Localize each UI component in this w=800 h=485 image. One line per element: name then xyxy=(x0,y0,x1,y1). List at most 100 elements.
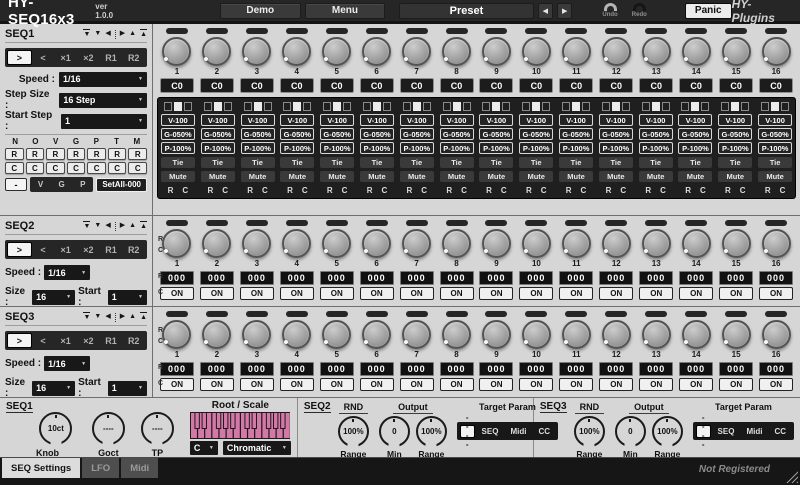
value-knob[interactable] xyxy=(322,229,351,258)
tie-button[interactable]: Tie xyxy=(161,157,195,168)
step-on-button[interactable]: ON xyxy=(679,378,713,391)
mute-button[interactable]: Mute xyxy=(320,171,354,182)
velocity-value[interactable]: V-100 xyxy=(201,114,235,126)
step-value[interactable]: 000 xyxy=(479,271,513,285)
value-knob[interactable] xyxy=(442,320,471,349)
randomize-button[interactable]: R xyxy=(765,186,771,195)
step-on-button[interactable]: ON xyxy=(360,378,394,391)
velocity-value[interactable]: V-100 xyxy=(440,114,474,126)
direction-mode-button[interactable]: R1 xyxy=(100,333,123,348)
matrix-button[interactable]: C xyxy=(5,162,24,174)
step-on-button[interactable]: ON xyxy=(519,378,553,391)
note-knob[interactable] xyxy=(642,37,671,66)
value-knob[interactable] xyxy=(722,229,751,258)
direction-mode-button[interactable]: R2 xyxy=(122,333,145,348)
step-on-button[interactable]: ON xyxy=(639,378,673,391)
step-value[interactable]: 000 xyxy=(639,362,673,376)
root-scale-keyboard[interactable] xyxy=(190,412,290,439)
gate-value[interactable]: G-050% xyxy=(479,128,513,140)
pan-value[interactable]: P-100% xyxy=(280,142,314,154)
matrix-button[interactable]: R xyxy=(46,148,65,160)
step-on-button[interactable]: ON xyxy=(759,287,793,300)
randomize-button[interactable]: R xyxy=(685,186,691,195)
clear-button[interactable]: C xyxy=(302,186,308,195)
note-value[interactable]: C0 xyxy=(160,78,194,93)
direction-mode-button[interactable]: R2 xyxy=(122,50,145,65)
size-dropdown[interactable]: 16▼ xyxy=(32,381,75,396)
matrix-button[interactable]: C xyxy=(67,162,86,174)
shift-down-icon[interactable]: ▼ xyxy=(94,222,101,230)
velocity-value[interactable]: V-100 xyxy=(360,114,394,126)
target-param-option[interactable]: ---- xyxy=(696,425,711,438)
target-param-option[interactable]: SEQ xyxy=(713,425,740,438)
tie-button[interactable]: Tie xyxy=(360,157,394,168)
mute-button[interactable]: Mute xyxy=(360,171,394,182)
value-knob[interactable] xyxy=(762,229,791,258)
direction-mode-button[interactable]: R1 xyxy=(100,242,123,257)
matrix-button[interactable]: R xyxy=(108,148,127,160)
menu-button[interactable]: Menu xyxy=(305,3,386,19)
value-knob[interactable] xyxy=(242,229,271,258)
mute-button[interactable]: Mute xyxy=(400,171,434,182)
step-value[interactable]: 000 xyxy=(679,271,713,285)
gate-value[interactable]: G-050% xyxy=(639,128,673,140)
shift-to-top-icon[interactable]: ▲ xyxy=(140,312,147,322)
mute-button[interactable]: Mute xyxy=(479,171,513,182)
note-value[interactable]: C0 xyxy=(759,78,793,93)
tie-button[interactable]: Tie xyxy=(479,157,513,168)
step-on-button[interactable]: ON xyxy=(479,378,513,391)
note-value[interactable]: C0 xyxy=(280,78,314,93)
tie-button[interactable]: Tie xyxy=(718,157,752,168)
setting-knob[interactable]: 100% xyxy=(652,416,683,447)
step-value[interactable]: 000 xyxy=(719,271,753,285)
mute-button[interactable]: Mute xyxy=(440,171,474,182)
setting-knob[interactable]: ---- xyxy=(92,412,125,445)
note-knob[interactable] xyxy=(202,37,231,66)
octave-selector[interactable] xyxy=(761,102,789,111)
octave-selector[interactable] xyxy=(443,102,471,111)
gate-value[interactable]: G-050% xyxy=(718,128,752,140)
footer-tab[interactable]: Midi xyxy=(121,458,158,478)
octave-selector[interactable] xyxy=(283,102,311,111)
shift-down-icon[interactable]: ▼ xyxy=(94,313,101,321)
panic-button[interactable]: Panic xyxy=(685,3,732,19)
shift-up-icon[interactable]: ▲ xyxy=(129,313,136,321)
value-knob[interactable] xyxy=(602,320,631,349)
redo-button[interactable]: Redo xyxy=(628,3,651,18)
randomize-button[interactable]: R xyxy=(725,186,731,195)
value-knob[interactable] xyxy=(562,320,591,349)
setall-button[interactable]: SetAll-000 xyxy=(96,178,147,192)
gate-value[interactable]: G-050% xyxy=(360,128,394,140)
randomize-button[interactable]: R xyxy=(645,186,651,195)
matrix-button[interactable]: C xyxy=(46,162,65,174)
step-value[interactable]: 000 xyxy=(440,362,474,376)
start-dropdown[interactable]: 1▼ xyxy=(108,290,147,305)
row-clear-button[interactable]: C xyxy=(158,380,163,387)
note-knob[interactable] xyxy=(442,37,471,66)
randomize-button[interactable]: R xyxy=(486,186,492,195)
direction-mode-button[interactable]: > xyxy=(7,50,32,65)
step-on-button[interactable]: ON xyxy=(679,287,713,300)
tie-button[interactable]: Tie xyxy=(519,157,553,168)
note-value[interactable]: C0 xyxy=(479,78,513,93)
mute-button[interactable]: Mute xyxy=(758,171,792,182)
setting-knob[interactable]: 100% xyxy=(416,416,447,447)
note-value[interactable]: C0 xyxy=(200,78,234,93)
tie-button[interactable]: Tie xyxy=(280,157,314,168)
step-on-button[interactable]: ON xyxy=(240,287,274,300)
randomize-button[interactable]: R xyxy=(446,186,452,195)
step-on-button[interactable]: ON xyxy=(400,378,434,391)
root-dropdown[interactable]: C▼ xyxy=(190,441,218,455)
octave-selector[interactable] xyxy=(164,102,192,111)
step-value[interactable]: 000 xyxy=(200,271,234,285)
randomize-button[interactable]: R xyxy=(168,186,174,195)
direction-mode-button[interactable]: ×1 xyxy=(54,50,77,65)
row-randomize-button[interactable]: R xyxy=(158,364,163,371)
note-knob[interactable] xyxy=(322,37,351,66)
note-knob[interactable] xyxy=(482,37,511,66)
step-on-button[interactable]: ON xyxy=(599,378,633,391)
preset-prev-button[interactable]: ◀ xyxy=(538,3,553,19)
setting-knob[interactable]: ---- xyxy=(141,412,174,445)
value-knob[interactable] xyxy=(602,229,631,258)
randomize-button[interactable]: R xyxy=(526,186,532,195)
